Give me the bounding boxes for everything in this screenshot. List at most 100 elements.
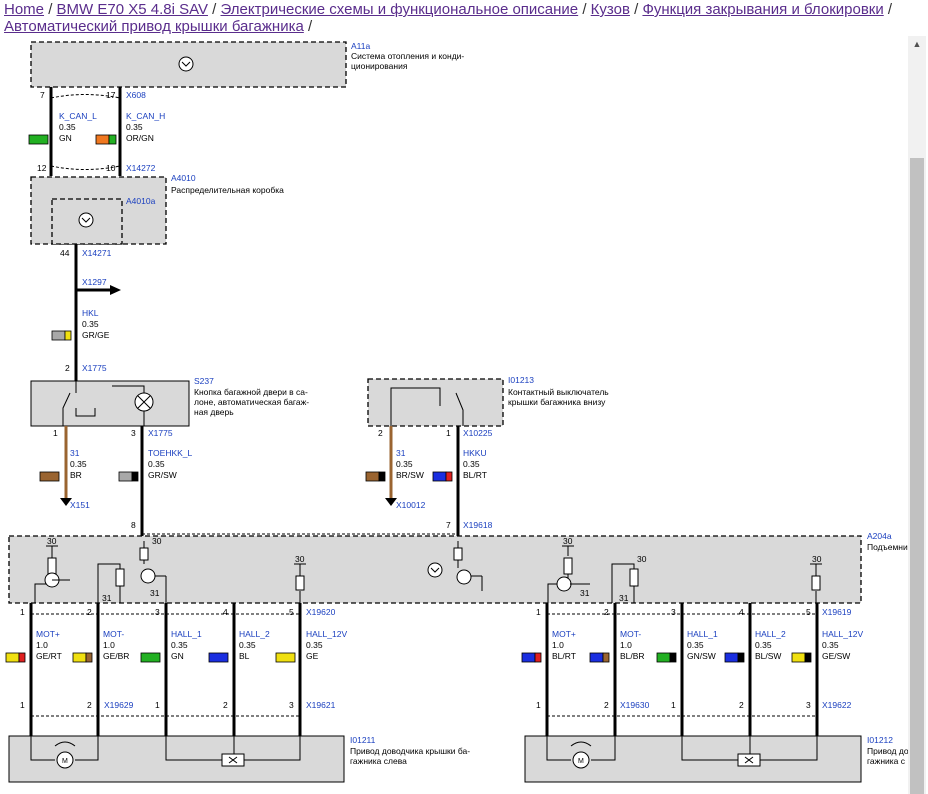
wire-color-swatch xyxy=(656,652,677,663)
breadcrumb-body[interactable]: Кузов xyxy=(591,1,630,18)
scroll-up-arrow-icon[interactable]: ▲ xyxy=(908,36,926,53)
i01213-desc: крышки багажника внизу xyxy=(508,397,606,407)
pin-label: 3 xyxy=(806,700,811,710)
wire-size: 0.35 xyxy=(463,459,480,469)
connector-label: X19618 xyxy=(463,520,493,530)
i01213-id: I01213 xyxy=(508,375,534,385)
breadcrumb-tailgate-drive[interactable]: Автоматический привод крышки багажника xyxy=(4,18,304,35)
wire-color-swatch xyxy=(275,652,296,663)
pin-label: 31 xyxy=(619,593,629,603)
wire-size: 0.35 xyxy=(171,640,188,650)
pin-label: 31 xyxy=(150,588,160,598)
connector-label: X608 xyxy=(126,90,146,100)
a204a-desc: Подъемни xyxy=(867,542,908,552)
wire-name: HALL_2 xyxy=(755,629,786,639)
breadcrumb-home[interactable]: Home xyxy=(4,1,44,18)
wire-color: BL/SW xyxy=(755,651,781,661)
wire-size: 0.35 xyxy=(822,640,839,650)
wire-color: GE/BR xyxy=(103,651,129,661)
connector-label: X10012 xyxy=(396,500,426,510)
wire-size: 0.35 xyxy=(126,122,143,132)
wire-color-swatch xyxy=(432,471,453,482)
wire-size: 0.35 xyxy=(687,640,704,650)
wire-name: 31 xyxy=(396,448,406,458)
wire-name: K_CAN_H xyxy=(126,111,165,121)
scrollbar-thumb[interactable] xyxy=(910,158,924,794)
pin-label: 44 xyxy=(60,248,70,258)
connector-label: X14271 xyxy=(82,248,112,258)
wire-name: HALL_1 xyxy=(171,629,202,639)
switch-s237[interactable] xyxy=(30,380,190,427)
pin-label: 2 xyxy=(378,428,383,438)
i01211-id: I01211 xyxy=(350,735,376,745)
wire-name: 31 xyxy=(70,448,80,458)
wire-name: MOT- xyxy=(620,629,641,639)
wire-color-swatch xyxy=(140,652,161,663)
a204a-id: A204a xyxy=(867,531,892,541)
wire-size: 0.35 xyxy=(239,640,256,650)
wire-color: GR/SW xyxy=(148,470,177,480)
pin-label: 17 xyxy=(106,90,116,100)
pin-label: 3 xyxy=(155,607,160,617)
breadcrumb-separator: / xyxy=(48,1,53,18)
pin-label: 7 xyxy=(446,520,451,530)
s237-id: S237 xyxy=(194,376,214,386)
wire-color: GN xyxy=(171,651,184,661)
wire-size: 0.35 xyxy=(59,122,76,132)
pin-label: 1 xyxy=(53,428,58,438)
wire-size: 0.35 xyxy=(306,640,323,650)
wire-size: 1.0 xyxy=(36,640,48,650)
breadcrumb-separator: / xyxy=(887,1,893,18)
a4010-id: A4010 xyxy=(171,173,196,183)
i01212-desc: гажника с xyxy=(867,756,906,766)
pin-label: 1 xyxy=(20,607,25,617)
breadcrumb-vehicle[interactable]: BMW E70 X5 4.8i SAV xyxy=(57,1,208,18)
vertical-scrollbar[interactable]: ▲ xyxy=(908,36,926,794)
actuator-i01212[interactable]: M xyxy=(524,735,862,783)
wire-color-swatch xyxy=(95,134,117,145)
pin-label: 30 xyxy=(47,536,57,546)
wire-color: BL xyxy=(239,651,250,661)
connector-label: X1297 xyxy=(82,277,107,287)
wire-name: HKKU xyxy=(463,448,487,458)
actuator-i01211[interactable]: M xyxy=(8,735,345,783)
switch-i01213[interactable] xyxy=(367,378,504,427)
connector-label: X19629 xyxy=(104,700,134,710)
s237-desc: Кнопка багажной двери в са- xyxy=(194,387,308,397)
breadcrumb-wiring[interactable]: Электрические схемы и функциональное опи… xyxy=(221,1,579,18)
pin-label: 2 xyxy=(739,700,744,710)
pin-label: 2 xyxy=(223,700,228,710)
wire-color: BR/SW xyxy=(396,470,424,480)
wire-color: BL/RT xyxy=(463,470,487,480)
s237-desc: лоне, автоматическая багаж- xyxy=(194,397,309,407)
pin-label: 1 xyxy=(20,700,25,710)
i01211-desc: Привод доводчика крышки ба- xyxy=(350,746,470,756)
pin-label: 4 xyxy=(223,607,228,617)
connector-label: X1775 xyxy=(148,428,173,438)
breadcrumb-separator: / xyxy=(634,1,639,18)
i01211-desc: гажника слева xyxy=(350,756,407,766)
wire-color-swatch xyxy=(589,652,610,663)
a4010a-id: A4010a xyxy=(126,196,156,206)
module-a204a[interactable] xyxy=(8,535,862,604)
pin-label: 3 xyxy=(289,700,294,710)
wire-group-left xyxy=(29,603,302,736)
module-a4010[interactable] xyxy=(30,176,167,245)
module-a11a[interactable] xyxy=(30,41,347,88)
a4010-desc: Распределительная коробка xyxy=(171,185,284,195)
wire-color: GN/SW xyxy=(687,651,716,661)
a11a-desc: Система отопления и конди- xyxy=(351,51,464,61)
wire-size: 0.35 xyxy=(82,319,99,329)
pin-label: 2 xyxy=(604,700,609,710)
connector-label: X19630 xyxy=(620,700,650,710)
a11a-desc: ционирования xyxy=(351,61,408,71)
wire-name: MOT+ xyxy=(552,629,576,639)
pin-label: 1 xyxy=(155,700,160,710)
wire-color-swatch xyxy=(118,471,139,482)
wire-color: BR xyxy=(70,470,82,480)
wire-color: BL/BR xyxy=(620,651,645,661)
wire-color-swatch xyxy=(791,652,812,663)
breadcrumb-closing-locking[interactable]: Функция закрывания и блокировки xyxy=(642,1,883,18)
i01212-id: I01212 xyxy=(867,735,893,745)
pin-label: 1 xyxy=(536,700,541,710)
